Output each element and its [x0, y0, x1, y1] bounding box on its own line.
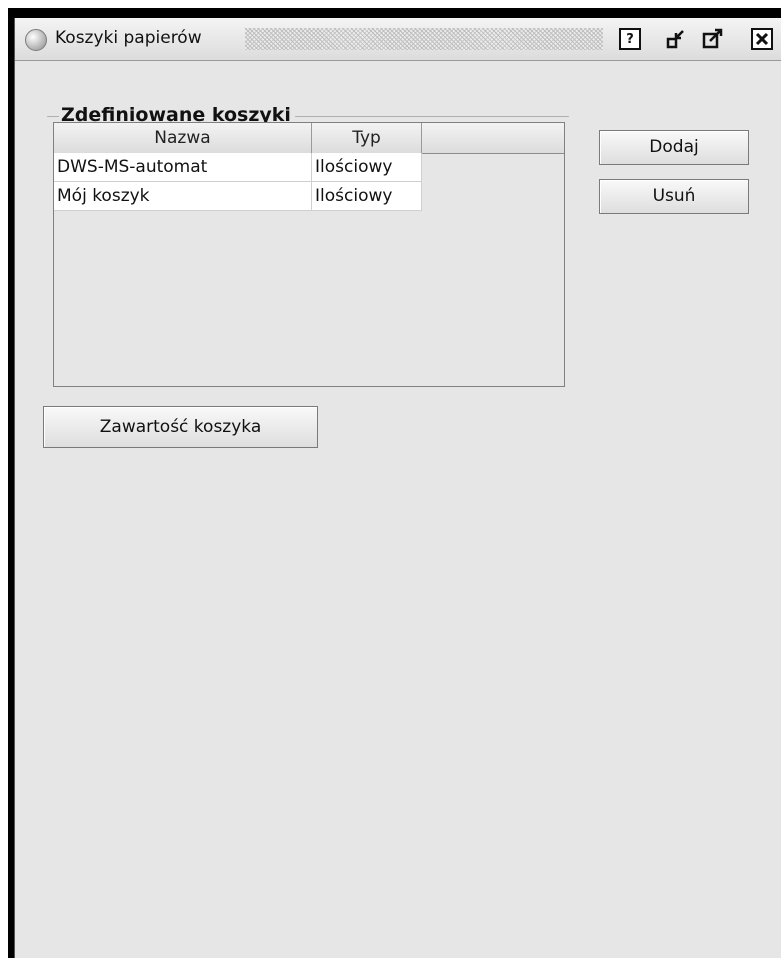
frame-left-edge	[0, 8, 8, 958]
title-bar[interactable]: Koszyki papierów ?	[15, 18, 781, 61]
minimize-button[interactable]	[666, 28, 688, 50]
screen-frame: Koszyki papierów ? Zdefiniowane koszyki …	[0, 0, 781, 958]
column-header-name[interactable]: Nazwa	[54, 123, 312, 153]
table-row[interactable]: DWS-MS-automat Ilościowy	[54, 153, 422, 182]
cell-name[interactable]: DWS-MS-automat	[54, 153, 312, 182]
cell-type[interactable]: Ilościowy	[312, 153, 422, 182]
add-button[interactable]: Dodaj	[599, 130, 749, 165]
frame-top-edge	[0, 0, 781, 8]
remove-button[interactable]: Usuń	[599, 179, 749, 214]
cell-name[interactable]: Mój koszyk	[54, 182, 312, 211]
minimize-icon	[666, 30, 684, 49]
basket-contents-button[interactable]: Zawartość koszyka	[43, 406, 318, 448]
close-icon	[755, 32, 769, 46]
title-drag-grip[interactable]	[245, 28, 603, 50]
table-row[interactable]: Mój koszyk Ilościowy	[54, 182, 422, 211]
help-icon: ?	[626, 31, 634, 47]
cell-type[interactable]: Ilościowy	[312, 182, 422, 211]
close-button[interactable]	[751, 28, 773, 50]
baskets-table[interactable]: Nazwa Typ DWS-MS-automat Ilościowy Mój k…	[53, 122, 565, 387]
window-title: Koszyki papierów	[55, 28, 202, 48]
column-header-type[interactable]: Typ	[312, 123, 422, 153]
table-header: Nazwa Typ	[54, 123, 564, 154]
window-orb-icon	[25, 29, 47, 51]
maximize-button[interactable]	[702, 28, 724, 50]
help-button[interactable]: ?	[619, 28, 641, 50]
paper-baskets-window: Koszyki papierów ? Zdefiniowane koszyki …	[14, 18, 781, 958]
maximize-icon	[702, 28, 723, 49]
